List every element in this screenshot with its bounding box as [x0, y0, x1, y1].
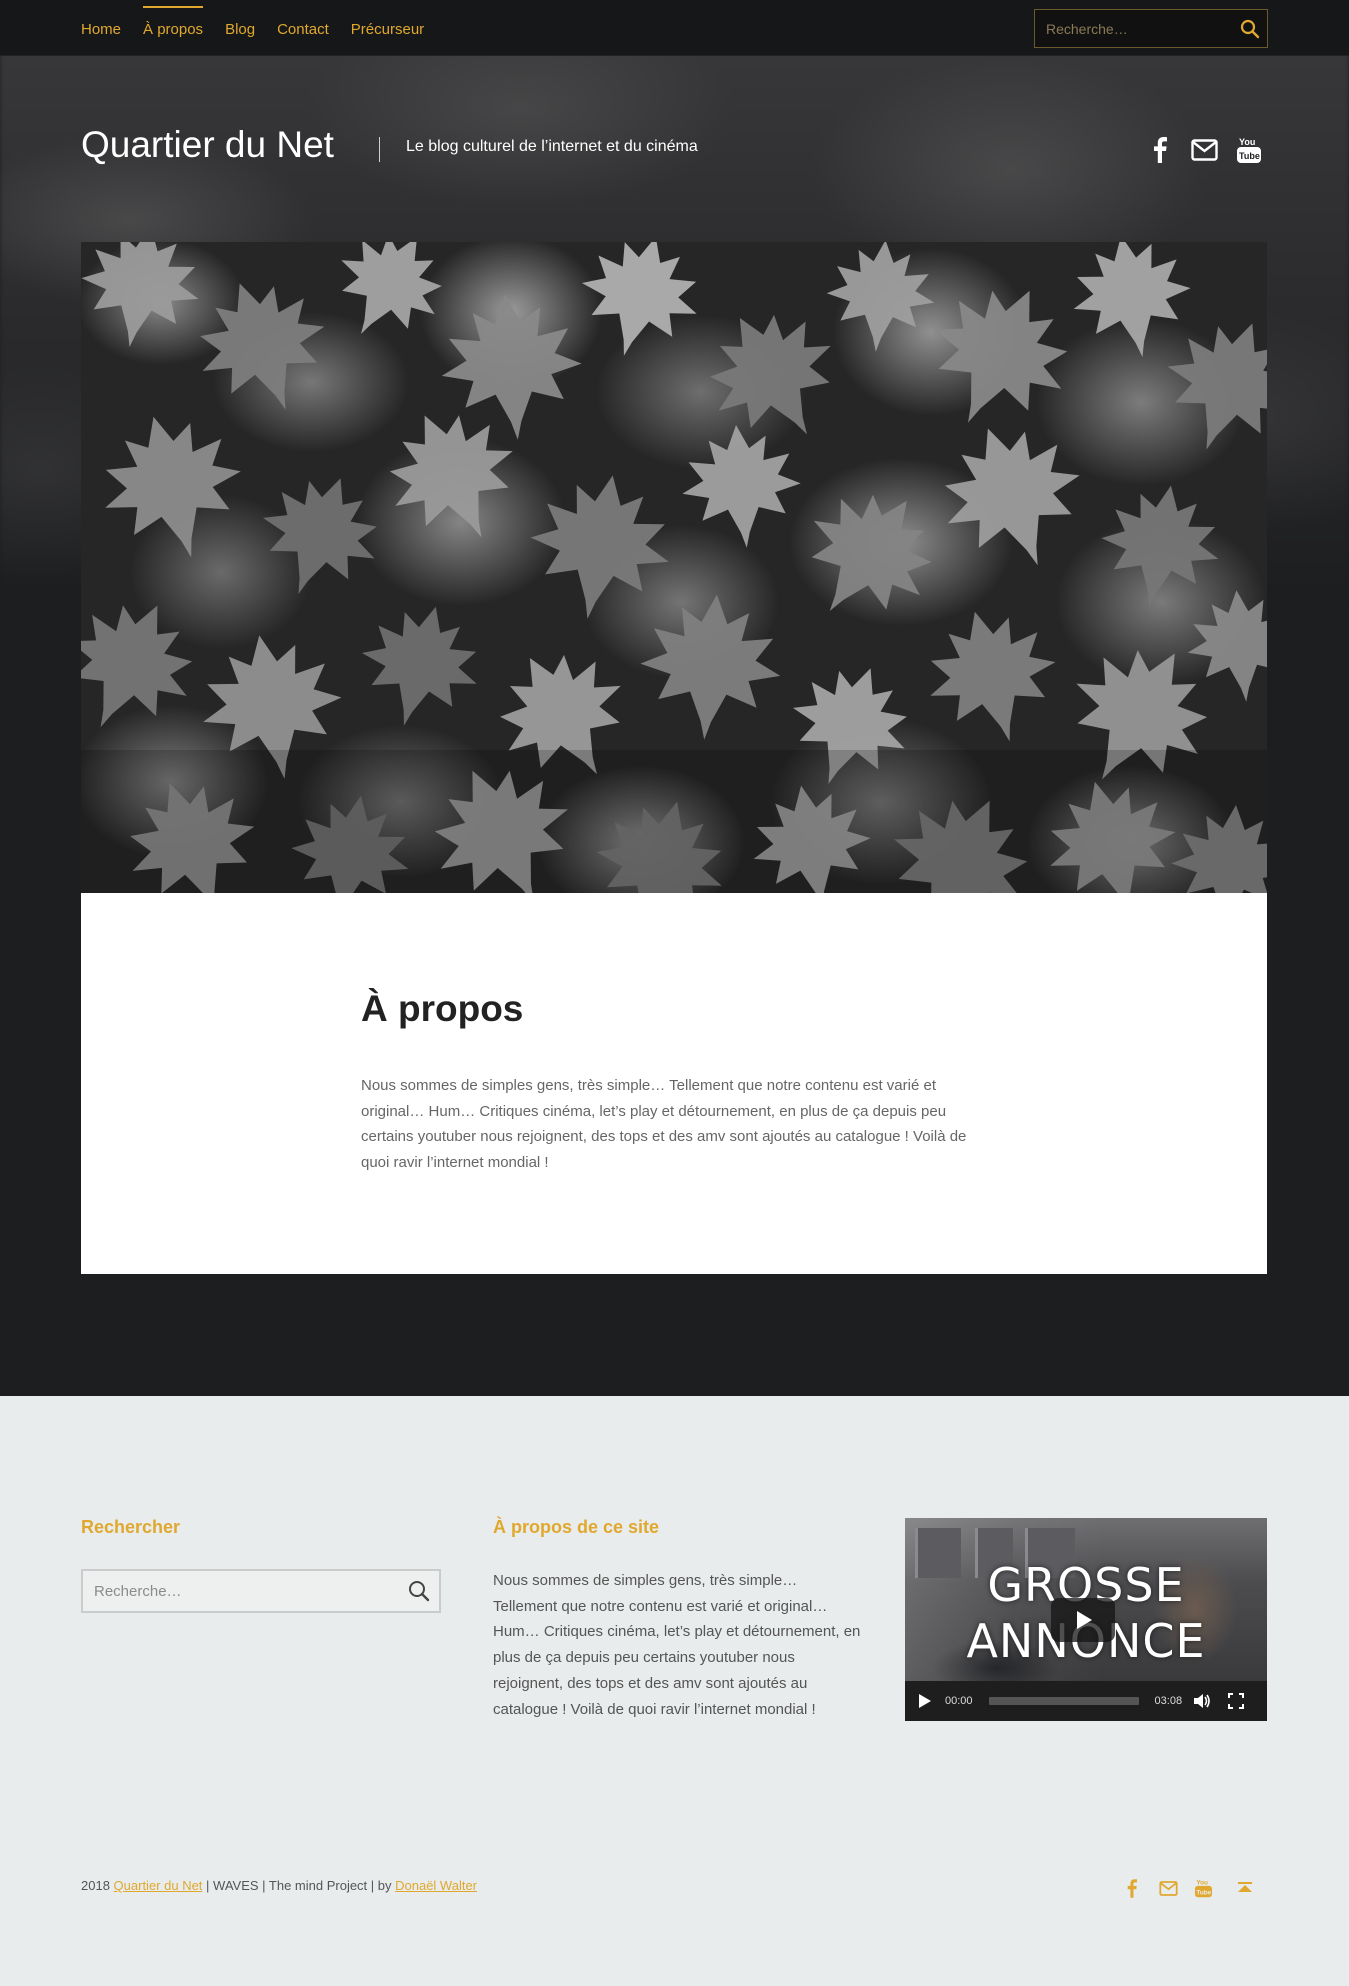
about-widget-text: Nous sommes de simples gens, très simple… [493, 1572, 861, 1718]
facebook-icon [1127, 1878, 1137, 1898]
footer-youtube-link[interactable]: You Tube [1193, 1877, 1213, 1899]
svg-text:You: You [1239, 137, 1255, 147]
svg-text:You: You [1196, 1879, 1208, 1886]
video-player[interactable]: GROSSE ANNONCE 00:00 03:08 [905, 1518, 1267, 1721]
svg-text:Tube: Tube [1239, 151, 1260, 161]
nav-item-blog[interactable]: Blog [225, 0, 255, 56]
play-icon [919, 1694, 931, 1708]
header-search-input[interactable] [1035, 20, 1233, 37]
site-tagline: Le blog culturel de l’internet et du cin… [406, 138, 698, 155]
header-facebook-link[interactable] [1148, 134, 1172, 166]
back-to-top-button[interactable] [1236, 1877, 1254, 1899]
credits-author-link[interactable]: Donaël Walter [395, 1878, 477, 1893]
video-fullscreen-button[interactable] [1222, 1681, 1250, 1721]
hero-section: Home À propos Blog Contact Précurseur Qu… [0, 0, 1349, 1396]
footer-search-input[interactable] [83, 1582, 399, 1600]
page-title: À propos [361, 988, 524, 1029]
site-title[interactable]: Quartier du Net [81, 124, 334, 166]
video-progress-bar[interactable] [988, 1697, 1139, 1705]
video-duration: 03:08 [1154, 1695, 1183, 1707]
svg-text:Tube: Tube [1196, 1889, 1211, 1896]
credits-year: 2018 [81, 1878, 110, 1893]
video-current-time: 00:00 [945, 1695, 973, 1707]
about-widget-title: À propos de ce site [493, 1517, 660, 1537]
video-big-play-button[interactable] [1051, 1598, 1115, 1642]
search-icon [1240, 19, 1260, 38]
mail-icon [1190, 139, 1218, 161]
page-body-text: Nous sommes de simples gens, très simple… [361, 1077, 967, 1172]
header-mail-link[interactable] [1189, 134, 1219, 166]
nav-item-contact[interactable]: Contact [277, 0, 329, 56]
facebook-icon [1154, 137, 1167, 163]
footer-mail-link[interactable] [1157, 1877, 1179, 1899]
volume-icon [1194, 1694, 1210, 1708]
youtube-icon: You Tube [1237, 137, 1261, 163]
featured-image [81, 242, 1267, 893]
back-to-top-icon [1238, 1882, 1252, 1892]
search-icon [409, 1581, 430, 1602]
nav-item-a-propos[interactable]: À propos [143, 0, 204, 56]
play-icon [1077, 1611, 1092, 1629]
nav-item-precurseur[interactable]: Précurseur [351, 0, 424, 56]
video-volume-button[interactable] [1182, 1681, 1222, 1721]
video-controls: 00:00 03:08 [905, 1681, 1267, 1721]
video-play-button[interactable] [905, 1681, 945, 1721]
maple-leaves-illustration [81, 242, 1267, 893]
search-widget-title: Rechercher [81, 1517, 181, 1537]
fullscreen-icon [1228, 1693, 1245, 1709]
credits-site-link[interactable]: Quartier du Net [114, 1878, 203, 1893]
header-youtube-link[interactable]: You Tube [1236, 134, 1262, 166]
nav-item-home[interactable]: Home [81, 0, 121, 56]
footer-search-form [81, 1569, 441, 1613]
credits-middle-text: | WAVES | The mind Project | by [206, 1878, 392, 1893]
header-search-button[interactable] [1233, 10, 1267, 47]
main-menu: Home À propos Blog Contact Précurseur [81, 0, 446, 56]
header-search-form [1034, 9, 1268, 48]
footer-credits: 2018 Quartier du Net | WAVES | The mind … [81, 1878, 477, 1893]
mail-icon [1158, 1880, 1178, 1896]
footer-search-button[interactable] [399, 1571, 439, 1611]
youtube-icon: You Tube [1194, 1879, 1212, 1898]
footer-facebook-link[interactable] [1124, 1877, 1140, 1899]
top-navbar: Home À propos Blog Contact Précurseur [0, 0, 1349, 56]
header-divider [379, 137, 380, 162]
